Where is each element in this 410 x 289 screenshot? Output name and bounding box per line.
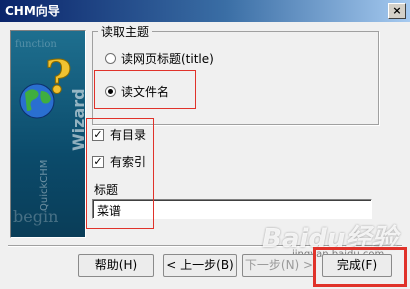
highlight-finish (313, 247, 407, 287)
back-button[interactable]: < 上一步(B) (163, 254, 237, 277)
help-button[interactable]: 帮助(H) (78, 254, 154, 277)
radio-label: 读网页标题(title) (121, 52, 214, 66)
radio-button[interactable] (105, 53, 116, 64)
wizard-sidebar-image: function begin ? Wizard QuickCHM (10, 30, 86, 238)
next-button[interactable]: 下一步(N) > (242, 254, 316, 277)
highlight-options (86, 118, 154, 229)
globe-question-icon: ? (19, 53, 72, 119)
sidebar-ghost-top: function (15, 39, 57, 50)
sidebar-vertical-title: Wizard (69, 88, 86, 151)
sidebar-vertical-sub: QuickCHM (39, 159, 50, 211)
radio-read-title[interactable]: 读网页标题(title) (105, 50, 214, 67)
topic-group-label: 读取主题 (98, 23, 153, 40)
title-bar: CHM向导 × (0, 0, 410, 22)
window-title: CHM向导 (5, 4, 60, 18)
close-button[interactable]: × (388, 3, 406, 19)
highlight-filename (94, 70, 196, 109)
sidebar-ghost-bottom: begin (13, 207, 59, 226)
